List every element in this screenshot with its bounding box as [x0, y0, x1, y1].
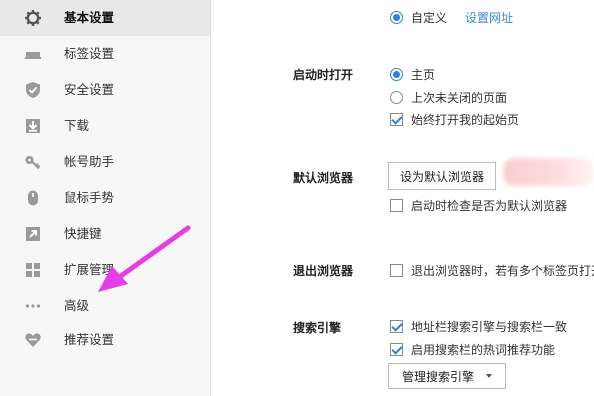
manage-search-engines-button[interactable]: 管理搜索引擎 [388, 363, 506, 389]
always-start-page-label: 始终打开我的起始页 [411, 112, 520, 127]
sidebar-item-label: 标签设置 [64, 46, 115, 61]
sidebar-item-label: 安全设置 [64, 82, 115, 97]
key-icon [24, 153, 42, 171]
sidebar-item-label: 基本设置 [64, 10, 115, 25]
sidebar-item-label: 推荐设置 [64, 332, 115, 347]
startup-always-start-page-option[interactable]: 始终打开我的起始页 [390, 110, 519, 128]
more-dots-icon [24, 297, 42, 315]
gear-icon [24, 9, 42, 27]
sidebar-item-label: 高级 [64, 298, 90, 313]
sidebar-item-mouse-gestures[interactable]: 鼠标手势 [0, 180, 210, 216]
sidebar-item-shortcuts[interactable]: 快捷键 [0, 216, 210, 252]
sidebar-item-advanced[interactable]: 高级 [0, 288, 210, 324]
startup-section-title: 启动时打开 [293, 68, 354, 82]
exit-browser-section-title: 退出浏览器 [293, 264, 354, 278]
startup-last-session-label: 上次未关闭的页面 [411, 90, 508, 105]
enable-hotword-suggest-label: 启用搜索栏的热词推荐功能 [411, 342, 556, 357]
sync-addressbar-engine-option[interactable]: 地址栏搜索引擎与搜索栏一致 [390, 317, 567, 335]
sidebar-item-label: 快捷键 [64, 226, 102, 241]
default-browser-section-title: 默认浏览器 [293, 171, 354, 185]
set-default-browser-button[interactable]: 设为默认浏览器 [388, 162, 496, 190]
startup-last-session-option[interactable]: 上次未关闭的页面 [390, 88, 507, 106]
check-default-on-start-checkbox[interactable] [390, 198, 403, 212]
chevron-down-icon [486, 374, 492, 378]
manage-search-engines-label: 管理搜索引擎 [401, 369, 474, 384]
set-homepage-url-link[interactable]: 设置网址 [465, 9, 513, 26]
exit-multi-tab-warning-checkbox[interactable] [390, 263, 403, 277]
sidebar-item-label: 扩展管理 [64, 262, 115, 277]
exit-multi-tab-warning-option[interactable]: 退出浏览器时，若有多个标签页打开 [390, 261, 594, 279]
download-icon [24, 117, 42, 135]
startup-last-session-radio[interactable] [390, 90, 403, 104]
enable-hotword-suggest-option[interactable]: 启用搜索栏的热词推荐功能 [390, 340, 555, 358]
startup-homepage-radio[interactable] [390, 67, 403, 81]
sidebar-item-security-settings[interactable]: 安全设置 [0, 72, 210, 108]
homepage-custom-option[interactable]: 自定义 设置网址 [390, 8, 513, 26]
search-engine-section-title: 搜索引擎 [293, 321, 342, 335]
sidebar-item-label: 鼠标手势 [64, 190, 115, 205]
sidebar-item-extensions[interactable]: 扩展管理 [0, 252, 210, 288]
sidebar-item-label: 下载 [64, 118, 90, 133]
blurred-redaction [503, 158, 594, 186]
sidebar-item-basic-settings[interactable]: 基本设置 [0, 0, 210, 36]
enable-hotword-suggest-checkbox[interactable] [390, 342, 403, 356]
heart-icon [24, 331, 42, 349]
shortcut-arrow-icon [24, 225, 42, 243]
startup-homepage-option[interactable]: 主页 [390, 65, 435, 83]
sync-addressbar-engine-label: 地址栏搜索引擎与搜索栏一致 [411, 319, 568, 334]
sidebar-item-account-assistant[interactable]: 帐号助手 [0, 144, 210, 180]
settings-main-panel: 自定义 设置网址 启动时打开 主页 上次未关闭的页面 始终打开我的起始页 默认浏… [211, 0, 594, 396]
sync-addressbar-engine-checkbox[interactable] [390, 319, 403, 333]
startup-homepage-label: 主页 [411, 67, 436, 82]
sidebar-item-tab-settings[interactable]: 标签设置 [0, 36, 210, 72]
homepage-custom-radio[interactable] [390, 10, 403, 24]
always-start-page-checkbox[interactable] [390, 112, 403, 126]
tab-icon [24, 45, 42, 63]
check-default-on-start-option[interactable]: 启动时检查是否为默认浏览器 [390, 196, 567, 214]
extensions-grid-icon [24, 261, 42, 279]
sidebar-item-label: 帐号助手 [64, 154, 115, 169]
homepage-custom-label: 自定义 [411, 10, 448, 25]
settings-sidebar: 基本设置 标签设置 安全设置 下载 帐号助手 鼠标手势 快捷键 扩展管理 高级 … [0, 0, 211, 396]
sidebar-item-recommended-settings[interactable]: 推荐设置 [0, 322, 210, 358]
check-default-on-start-label: 启动时检查是否为默认浏览器 [411, 198, 568, 213]
shield-check-icon [24, 81, 42, 99]
sidebar-item-download[interactable]: 下载 [0, 108, 210, 144]
exit-multi-tab-warning-label: 退出浏览器时，若有多个标签页打开 [411, 263, 594, 278]
mouse-icon [24, 189, 42, 207]
